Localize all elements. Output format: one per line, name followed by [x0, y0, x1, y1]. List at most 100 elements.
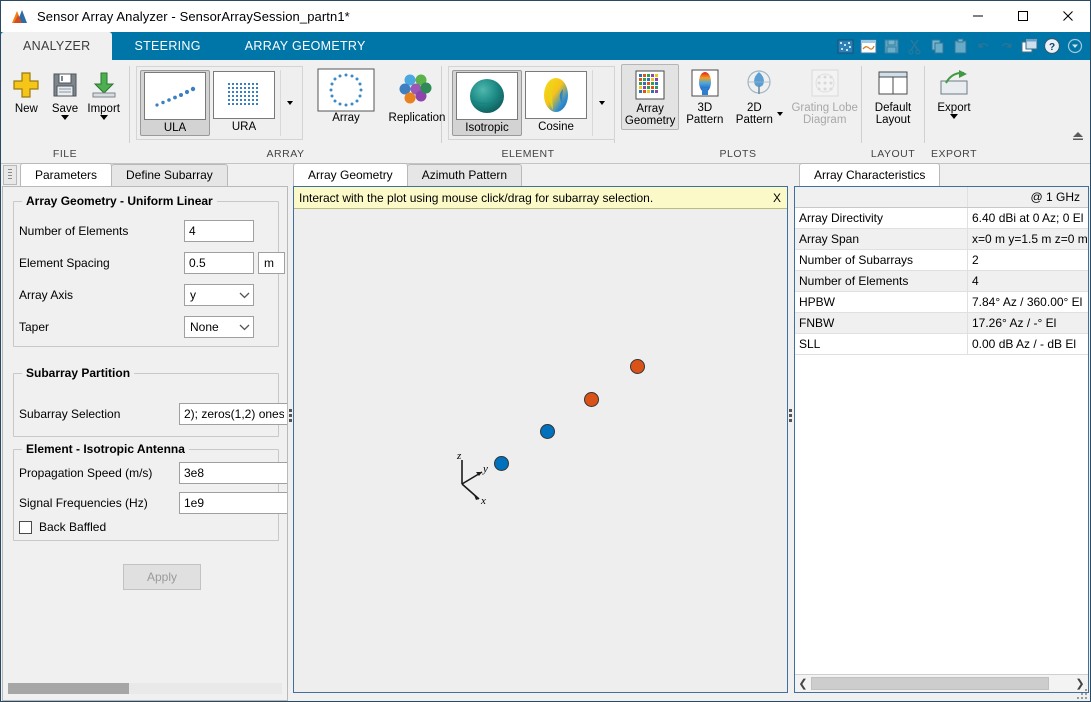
array-geometry-plot-frame: Interact with the plot using mouse click…	[293, 186, 788, 693]
unit-element-spacing: m	[258, 252, 285, 274]
ula-thumbnail	[144, 72, 206, 120]
close-button[interactable]	[1045, 1, 1090, 31]
window-title: Sensor Array Analyzer - SensorArraySessi…	[37, 9, 350, 24]
scroll-left-icon[interactable]: ❮	[795, 677, 811, 690]
grating-lobe-button[interactable]: Grating Lobe Diagram	[788, 64, 861, 128]
ribbon-tab-array-geometry[interactable]: ARRAY GEOMETRY	[223, 32, 388, 60]
ribbon-tab-steering[interactable]: STEERING	[112, 32, 222, 60]
cosine-pattern-thumbnail	[525, 71, 587, 119]
gallery-tile-ula[interactable]: ULA	[140, 70, 210, 136]
table-row: Number of Subarrays 2	[795, 249, 1088, 271]
copy-icon[interactable]	[926, 35, 948, 57]
characteristics-hscrollbar[interactable]: ❮ ❯	[795, 674, 1088, 692]
pattern-2d-dropdown-icon[interactable]	[776, 112, 783, 116]
qat-dropdown-icon[interactable]	[1064, 35, 1086, 57]
maximize-button[interactable]	[1000, 1, 1045, 31]
new-label: New	[14, 103, 38, 115]
gallery-tile-ura[interactable]: URA	[210, 70, 278, 134]
tab-azimuth-pattern[interactable]: Azimuth Pattern	[406, 164, 523, 186]
close-banner-button[interactable]: X	[767, 191, 787, 205]
resize-grip[interactable]	[1075, 687, 1087, 699]
array-button[interactable]: Array	[313, 66, 379, 126]
input-propagation-speed[interactable]	[179, 462, 287, 484]
save-label: Save	[51, 103, 79, 115]
array-element-marker[interactable]	[630, 359, 645, 374]
scroll-thumb[interactable]	[811, 677, 1049, 690]
header-blank	[795, 187, 968, 208]
element-gallery-dropdown-icon[interactable]	[592, 70, 611, 136]
save-button[interactable]: Save	[46, 66, 85, 120]
gallery-tile-cosine[interactable]: Cosine	[522, 70, 590, 134]
redo-icon[interactable]	[995, 35, 1017, 57]
checkbox-back-baffled-row[interactable]: Back Baffled	[19, 520, 106, 534]
table-row: HPBW 7.84° Az / 360.00° El	[795, 291, 1088, 313]
array-group-label: ARRAY	[266, 148, 305, 160]
import-dropdown-icon[interactable]	[99, 115, 108, 120]
layout-icon[interactable]	[1018, 35, 1040, 57]
plot-info-text: Interact with the plot using mouse click…	[299, 190, 654, 205]
array-characteristics-panel: Array Characteristics @ 1 GHz Array Dire…	[793, 163, 1090, 701]
right-splitter[interactable]	[789, 164, 793, 701]
collapse-ribbon-icon[interactable]	[1070, 127, 1086, 143]
select-taper[interactable]: None	[184, 316, 254, 338]
array-geometry-button[interactable]: Array Geometry	[621, 64, 680, 130]
import-button[interactable]: Import	[84, 66, 123, 120]
import-arrow-icon	[90, 68, 118, 102]
ula-label: ULA	[163, 122, 187, 134]
default-layout-label: Default Layout	[874, 102, 912, 126]
export-button[interactable]: Export	[926, 64, 982, 121]
help-icon[interactable]: ?	[1041, 35, 1063, 57]
minimize-button[interactable]	[955, 1, 1000, 31]
array-geometry-icon	[633, 67, 667, 103]
tab-define-subarray[interactable]: Define Subarray	[111, 164, 228, 186]
save-icon[interactable]	[880, 35, 902, 57]
export-dropdown-icon[interactable]	[950, 114, 958, 119]
input-element-spacing[interactable]	[184, 252, 254, 274]
row-key: Number of Subarrays	[795, 249, 968, 271]
isotropic-sphere-thumbnail	[456, 72, 518, 120]
input-subarray-selection[interactable]	[179, 403, 287, 425]
open-icon[interactable]	[857, 35, 879, 57]
parameters-hscrollbar[interactable]	[8, 683, 282, 694]
default-layout-icon	[876, 66, 910, 102]
header-frequency: @ 1 GHz	[967, 187, 1088, 208]
table-row: FNBW 17.26° Az / -° El	[795, 312, 1088, 334]
new-model-icon[interactable]	[834, 35, 856, 57]
row-key: HPBW	[795, 291, 968, 313]
pattern-3d-icon	[688, 66, 722, 102]
apply-button[interactable]: Apply	[123, 564, 201, 590]
application-window: Sensor Array Analyzer - SensorArraySessi…	[0, 0, 1091, 702]
ribbon-tab-analyzer[interactable]: ANALYZER	[1, 32, 113, 60]
pattern-2d-icon	[742, 66, 776, 102]
element-group-label: ELEMENT	[501, 148, 555, 160]
new-button[interactable]: New	[7, 66, 46, 115]
default-layout-button[interactable]: Default Layout	[862, 64, 924, 128]
array-geometry-canvas[interactable]: z y x	[294, 209, 787, 692]
tab-array-geometry[interactable]: Array Geometry	[293, 163, 408, 186]
cut-icon[interactable]	[903, 35, 925, 57]
panel-drag-handle[interactable]	[3, 165, 17, 185]
undo-icon[interactable]	[972, 35, 994, 57]
input-number-of-elements[interactable]	[184, 220, 254, 242]
select-array-axis[interactable]: y	[184, 284, 254, 306]
save-dropdown-icon[interactable]	[61, 115, 69, 120]
scroll-track[interactable]	[811, 677, 1072, 690]
tab-parameters[interactable]: Parameters	[20, 163, 113, 186]
array-button-label: Array	[332, 112, 360, 124]
row-value: x=0 m y=1.5 m z=0 m	[967, 228, 1088, 250]
pattern-3d-button[interactable]: 3D Pattern	[679, 64, 730, 128]
array-element-marker[interactable]	[540, 424, 555, 439]
ribbon-group-plots: Array Geometry 3D Pattern 2D Pattern Gra…	[615, 60, 861, 163]
import-label: Import	[87, 103, 120, 115]
row-key: FNBW	[795, 312, 968, 334]
array-element-marker[interactable]	[584, 392, 599, 407]
center-tab-strip: Array Geometry Azimuth Pattern	[293, 163, 789, 186]
tab-array-characteristics[interactable]: Array Characteristics	[799, 163, 941, 186]
input-signal-frequencies[interactable]	[179, 492, 287, 514]
window-controls	[955, 1, 1090, 31]
checkbox-back-baffled[interactable]	[19, 520, 32, 534]
gallery-dropdown-icon[interactable]	[280, 70, 299, 136]
pattern-2d-button[interactable]: 2D Pattern	[730, 64, 788, 128]
paste-icon[interactable]	[949, 35, 971, 57]
gallery-tile-isotropic[interactable]: Isotropic	[452, 70, 522, 136]
